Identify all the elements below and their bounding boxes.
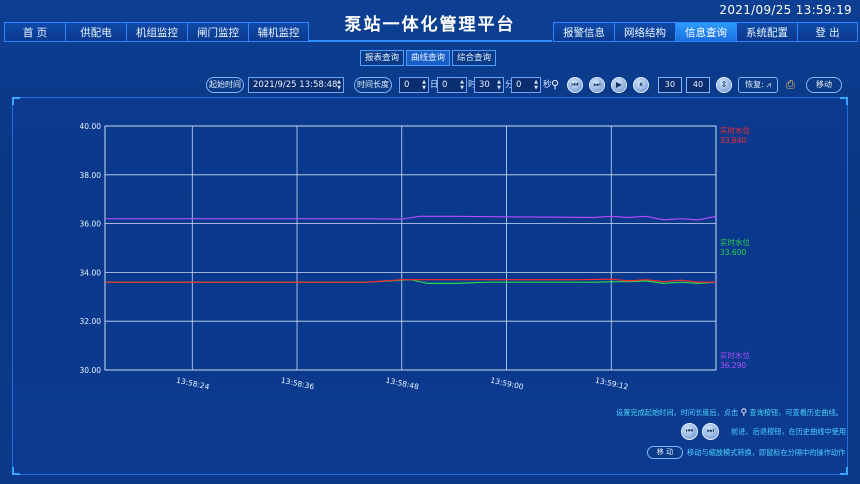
pause-icon[interactable]: ⏸: [633, 77, 649, 93]
zoom-toggle-icon[interactable]: ⇕: [716, 77, 732, 93]
start-time-field[interactable]: 2021/9/25 13:58:48 ▲ ▼: [248, 77, 344, 93]
second-field[interactable]: 0 ▲ ▼: [511, 77, 541, 93]
minute-spinner-icon[interactable]: ▲ ▼: [496, 79, 502, 91]
clock: 2021/09/25 13:59:19: [719, 3, 852, 17]
second-spinner-icon[interactable]: ▲ ▼: [533, 79, 539, 91]
restore-label: 恢复:: [745, 80, 764, 89]
header: 泵站一体化管理平台 2021/09/25 13:59:19 首 页 供配电 机组…: [0, 0, 860, 46]
nav-power[interactable]: 供配电: [65, 22, 126, 42]
day-value: 0: [404, 80, 410, 90]
corner-decoration: [840, 97, 848, 105]
info-text: 查询按钮，可查看历史曲线。: [749, 408, 843, 417]
first-icon[interactable]: ⏮: [681, 423, 698, 440]
move-button[interactable]: 移动: [806, 77, 842, 93]
play-icon[interactable]: ▶: [611, 77, 627, 93]
minute-field[interactable]: 30 ▲ ▼: [474, 77, 504, 93]
legend-series-3: 实时水位 36.290: [720, 351, 750, 371]
legend-label: 实时水位: [720, 351, 750, 360]
legend-series-2: 实时水位 33.640: [720, 126, 750, 146]
nav-info-query[interactable]: 信息查询: [675, 22, 736, 42]
corner-decoration: [12, 467, 20, 475]
legend-value: 33.640: [720, 136, 747, 145]
hour-spinner-icon[interactable]: ▲ ▼: [459, 79, 465, 91]
chart-icon: ⩘: [766, 80, 771, 89]
scale-min-field[interactable]: 30: [658, 77, 682, 93]
scale-max-field[interactable]: 40: [686, 77, 710, 93]
info-text: 前进、后退按钮，在历史曲线中使用: [731, 426, 847, 436]
legend-value: 33.600: [720, 248, 747, 257]
minute-value: 30: [479, 80, 490, 90]
x-tick-label: 13:59:00: [490, 376, 525, 392]
history-curve-chart[interactable]: 40.00 38.00 36.00 34.00 32.00 30.00 13:58:24 13…: [13, 116, 847, 416]
second-value: 0: [516, 80, 522, 90]
info-text: 设置完成起始时间，时间长度后，点击: [616, 408, 739, 417]
printer-icon[interactable]: ⎙: [786, 77, 800, 93]
day-field[interactable]: 0 ▲ ▼: [399, 77, 429, 93]
y-tick-label: 34.00: [80, 268, 102, 277]
info-text: 移动与缩放模式转换，即鼠标在分隔中的操作动作: [687, 447, 846, 457]
y-tick-label: 32.00: [80, 317, 102, 326]
nav-unit-monitor[interactable]: 机组监控: [126, 22, 187, 42]
move-button[interactable]: 移 动: [647, 446, 683, 459]
nav-home[interactable]: 首 页: [4, 22, 65, 42]
y-tick-label: 36.00: [80, 220, 102, 229]
query-toolbar: 起始时间 2021/9/25 13:58:48 ▲ ▼ 时间长度 0 ▲ ▼ 日 0 ▲…: [0, 77, 860, 95]
day-spinner-icon[interactable]: ▲ ▼: [421, 79, 427, 91]
plot-area: [104, 125, 717, 371]
duration-button[interactable]: 时间长度: [354, 77, 392, 93]
sub-tabs: 报表查询 曲线查询 综合查询: [360, 50, 498, 66]
nav-alarm[interactable]: 报警信息: [553, 22, 614, 42]
legend-series-1: 实时水位 33.600: [720, 238, 750, 258]
y-tick-label: 40.00: [80, 122, 102, 131]
legend-value: 36.290: [720, 361, 747, 370]
legend-label: 实时水位: [720, 238, 750, 247]
corner-decoration: [840, 467, 848, 475]
skip-forward-icon[interactable]: ⏭: [702, 423, 719, 440]
hour-field[interactable]: 0 ▲ ▼: [437, 77, 467, 93]
restore-button[interactable]: 恢复: ⩘: [738, 77, 778, 93]
info-line-2: ⏮ ⏭ 前进、后退按钮，在历史曲线中使用: [681, 423, 846, 440]
y-tick-label: 38.00: [80, 171, 102, 180]
start-time-spinner-icon[interactable]: ▲ ▼: [336, 79, 342, 91]
x-tick-label: 13:58:24: [175, 376, 210, 392]
corner-decoration: [12, 97, 20, 105]
nav-right: 报警信息 网络结构 信息查询 系统配置 登 出: [553, 22, 858, 42]
first-icon[interactable]: ⏮: [567, 77, 583, 93]
search-icon[interactable]: ⚲: [551, 77, 563, 93]
search-icon: ⚲: [740, 408, 748, 418]
x-tick-label: 13:58:48: [385, 376, 420, 392]
tab-curve-query[interactable]: 曲线查询: [406, 50, 450, 66]
chart-panel: 40.00 38.00 36.00 34.00 32.00 30.00 13:58:24 13…: [12, 97, 848, 475]
legend-label: 实时水位: [720, 126, 750, 135]
nav-left: 首 页 供配电 机组监控 闸门监控 辅机监控: [4, 22, 309, 42]
tab-composite-query[interactable]: 综合查询: [452, 50, 496, 66]
y-tick-label: 30.00: [80, 366, 102, 375]
hour-value: 0: [442, 80, 448, 90]
info-line-3: 移 动 移动与缩放模式转换，即鼠标在分隔中的操作动作: [647, 446, 845, 459]
nav-network[interactable]: 网络结构: [614, 22, 675, 42]
start-time-value: 2021/9/25 13:58:48: [253, 80, 338, 90]
x-tick-label: 13:58:36: [280, 376, 315, 392]
nav-system-config[interactable]: 系统配置: [736, 22, 797, 42]
nav-gate-monitor[interactable]: 闸门监控: [187, 22, 248, 42]
nav-logout[interactable]: 登 出: [797, 22, 858, 42]
start-time-button[interactable]: 起始时间: [206, 77, 244, 93]
skip-forward-icon[interactable]: ⏭: [589, 77, 605, 93]
info-line-1: 设置完成起始时间，时间长度后，点击 ⚲ 查询按钮，可查看历史曲线。: [616, 408, 843, 418]
x-tick-label: 13:59:12: [594, 376, 629, 392]
series-line-3: [105, 215, 717, 221]
nav-aux-monitor[interactable]: 辅机监控: [248, 22, 309, 42]
tab-report-query[interactable]: 报表查询: [360, 50, 404, 66]
